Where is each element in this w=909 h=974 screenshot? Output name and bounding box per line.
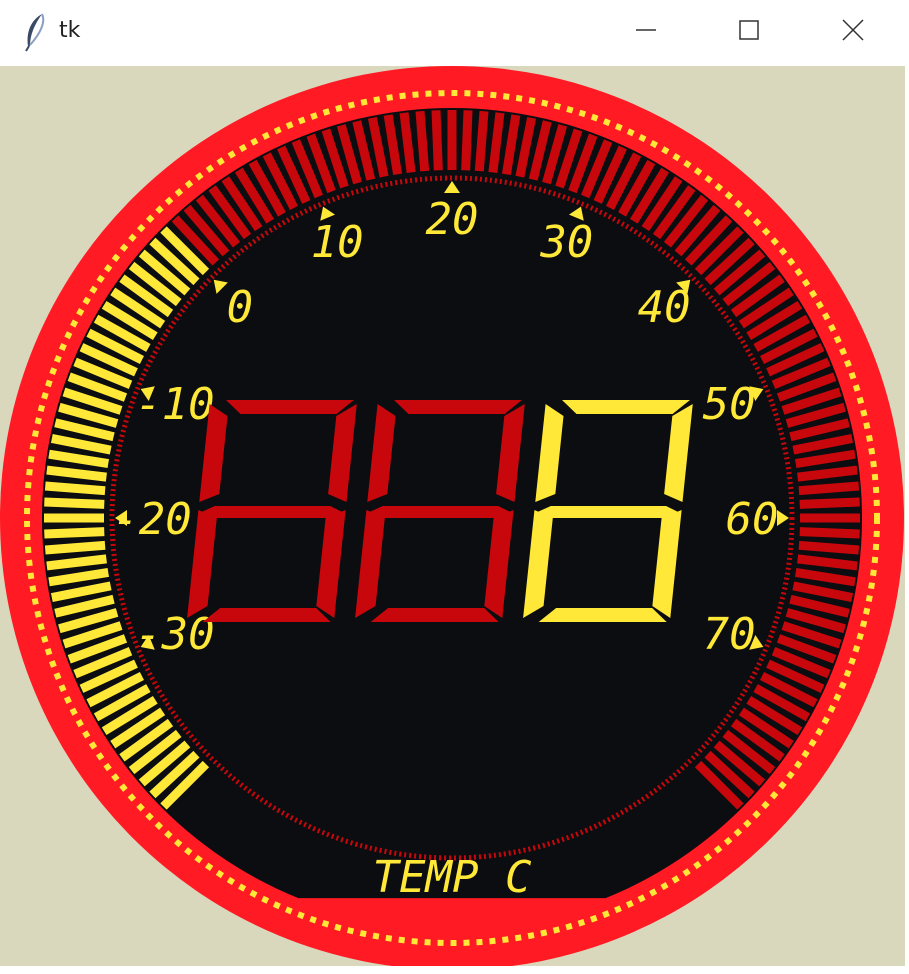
- unit-label: TEMP C: [373, 852, 532, 903]
- maximize-button[interactable]: [723, 8, 775, 54]
- digit-segment: [537, 506, 679, 518]
- scale-tick: [415, 110, 430, 172]
- feather-icon: [22, 12, 50, 52]
- temperature-gauge: -30 -20 -10 0 10 20 30 4050 60 70 TEMP C: [0, 66, 904, 966]
- window-title: tk: [59, 18, 81, 43]
- scale-label: -30: [135, 609, 214, 660]
- scale-label: 50: [703, 379, 756, 430]
- minimize-button[interactable]: [620, 8, 672, 54]
- scale-label: 10: [311, 217, 364, 268]
- digit-segment: [202, 608, 331, 622]
- scale-tick: [44, 540, 106, 555]
- scale-tick: [44, 497, 105, 509]
- close-button[interactable]: [827, 8, 879, 54]
- scale-label: 40: [638, 282, 691, 333]
- digit-segment: [370, 608, 499, 622]
- scale-tick: [798, 481, 860, 496]
- maximize-icon: [739, 20, 759, 40]
- scale-tick: [461, 110, 473, 171]
- scale-tick: [474, 110, 489, 172]
- scale-label: -10: [135, 379, 214, 430]
- minimize-icon: [636, 29, 656, 31]
- scale-label: 20: [426, 194, 479, 245]
- scale-label: 0: [227, 282, 254, 333]
- window-edge: [905, 66, 909, 966]
- digit-segment: [369, 506, 511, 518]
- window-bottom-edge: [0, 966, 909, 974]
- gauge-canvas: -30 -20 -10 0 10 20 30 40 50 60 70 TEMP C: [0, 66, 905, 966]
- scale-tick: [798, 540, 860, 555]
- digit-segment: [562, 400, 691, 414]
- scale-tick: [44, 527, 105, 539]
- scale-label: 30: [539, 217, 593, 268]
- scale-tick: [799, 497, 860, 509]
- scale-tick: [799, 527, 860, 539]
- digit-segment: [538, 608, 667, 622]
- digit-segment: [201, 506, 343, 518]
- digit-segment: [226, 400, 355, 414]
- scale-tick: [431, 110, 443, 171]
- digit-segment: [394, 400, 523, 414]
- scale-tick: [44, 481, 106, 496]
- scale-label: 70: [703, 609, 756, 660]
- scale-label: 60: [726, 494, 779, 545]
- title-bar: tk: [0, 0, 909, 66]
- scale-label: -20: [112, 494, 191, 545]
- close-icon: [842, 19, 864, 41]
